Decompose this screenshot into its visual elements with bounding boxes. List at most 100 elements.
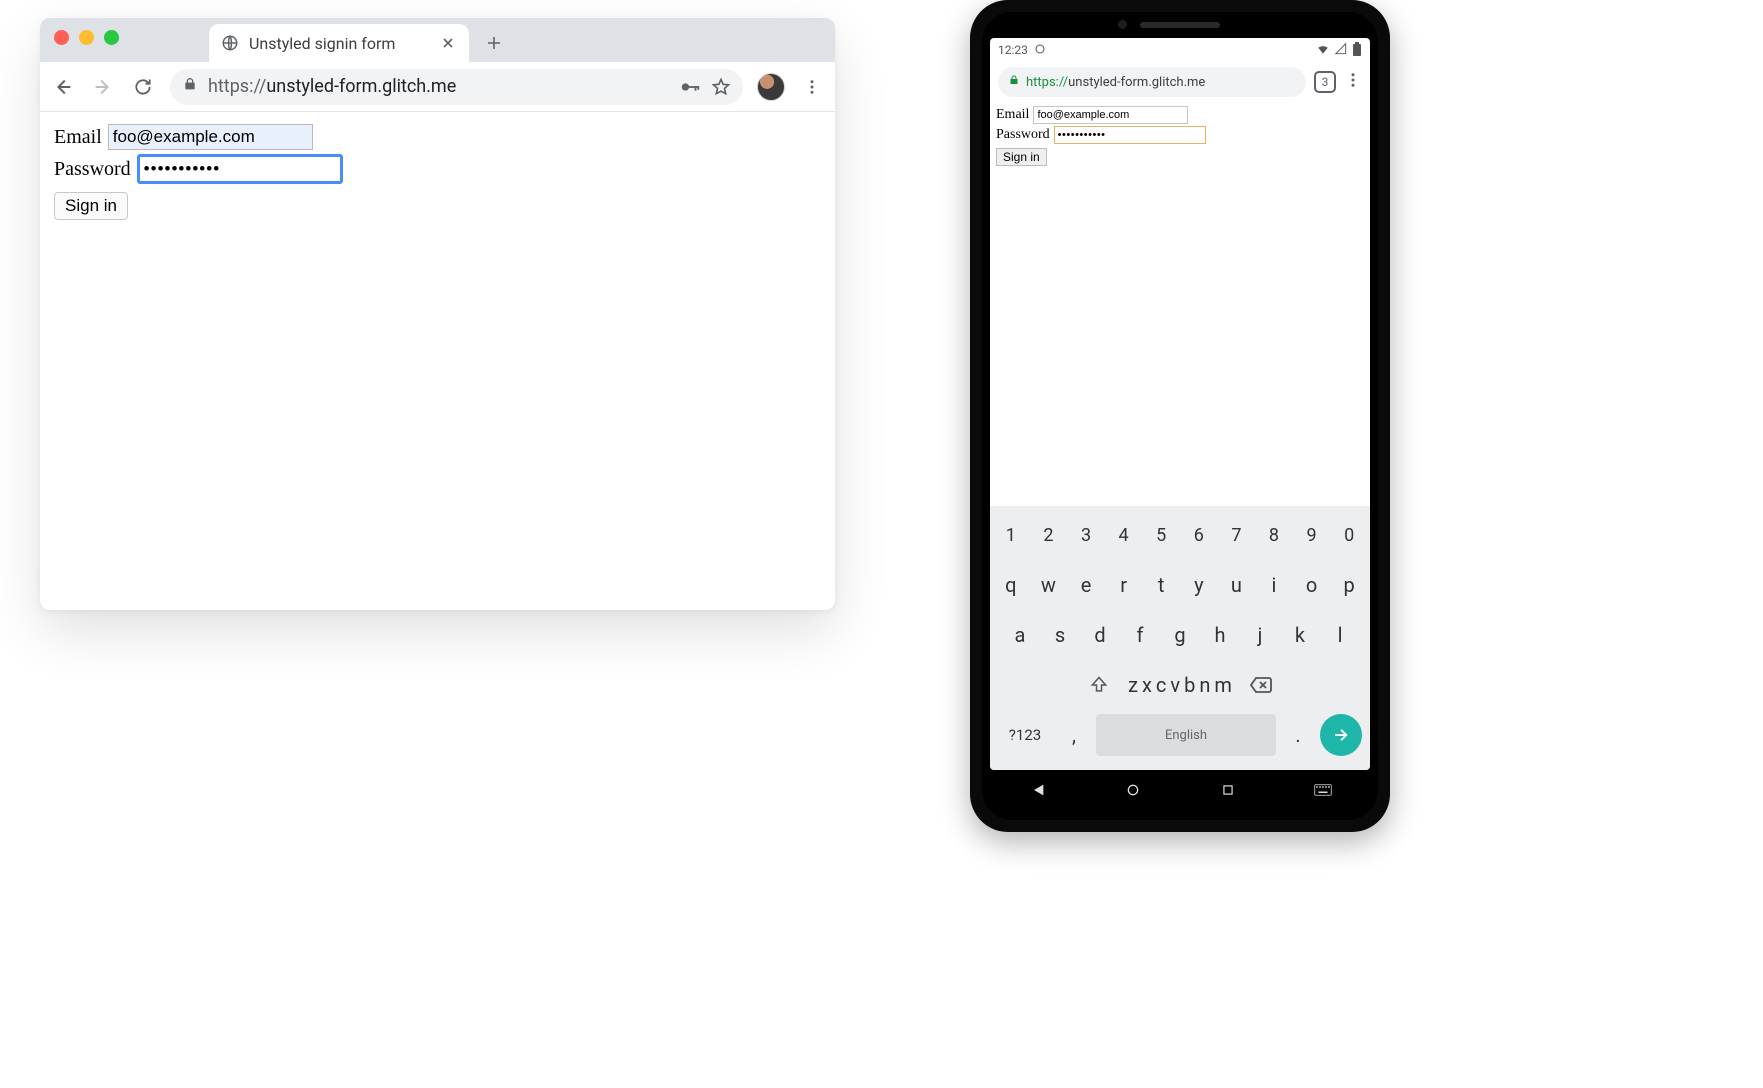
- minimize-window-button[interactable]: [79, 30, 94, 45]
- browser-menu-button[interactable]: [799, 74, 825, 100]
- nav-back-button[interactable]: [1027, 779, 1049, 801]
- address-bar[interactable]: https://unstyled-form.glitch.me: [170, 69, 743, 105]
- battery-icon: [1352, 42, 1362, 59]
- key-o[interactable]: o: [1295, 564, 1329, 606]
- nav-home-button[interactable]: [1122, 779, 1144, 801]
- backspace-key[interactable]: [1236, 664, 1286, 706]
- key-h[interactable]: h: [1202, 614, 1238, 656]
- key-icon[interactable]: [679, 76, 701, 98]
- mobile-menu-button[interactable]: [1344, 71, 1362, 93]
- mobile-address-bar[interactable]: https://unstyled-form.glitch.me: [998, 67, 1306, 97]
- key-t[interactable]: t: [1144, 564, 1178, 606]
- key-d[interactable]: d: [1082, 614, 1118, 656]
- key-7[interactable]: 7: [1220, 514, 1254, 556]
- email-field[interactable]: [108, 124, 313, 150]
- forward-button[interactable]: [90, 74, 116, 100]
- nav-keyboard-button[interactable]: [1312, 779, 1334, 801]
- key-u[interactable]: u: [1220, 564, 1254, 606]
- signin-button[interactable]: Sign in: [54, 192, 128, 220]
- desktop-browser-window: Unstyled signin form https://unstyl: [40, 18, 835, 610]
- url-host: unstyled-form.glitch.me: [266, 76, 456, 97]
- keyboard-row-bottom: ?123 , English .: [994, 714, 1366, 756]
- symbols-key[interactable]: ?123: [998, 714, 1052, 756]
- close-window-button[interactable]: [54, 30, 69, 45]
- password-field[interactable]: [137, 154, 343, 184]
- key-w[interactable]: w: [1032, 564, 1066, 606]
- lock-icon: [182, 76, 198, 97]
- email-label: Email: [54, 126, 102, 149]
- key-x[interactable]: x: [1142, 664, 1152, 706]
- mobile-page-content: Email Password Sign in: [990, 102, 1370, 506]
- status-time: 12:23: [998, 43, 1028, 57]
- key-i[interactable]: i: [1257, 564, 1291, 606]
- key-0[interactable]: 0: [1332, 514, 1366, 556]
- star-icon[interactable]: [711, 77, 731, 97]
- key-n[interactable]: n: [1199, 664, 1210, 706]
- key-a[interactable]: a: [1002, 614, 1038, 656]
- url-scheme: https://: [1026, 75, 1068, 90]
- url-text: https://unstyled-form.glitch.me: [208, 76, 669, 97]
- profile-avatar[interactable]: [757, 73, 785, 101]
- soft-keyboard: 1234567890 qwertyuiop asdfghjkl zxcvbnm …: [990, 506, 1370, 770]
- key-5[interactable]: 5: [1144, 514, 1178, 556]
- browser-toolbar: https://unstyled-form.glitch.me: [40, 62, 835, 112]
- keyboard-row-3: zxcvbnm: [994, 664, 1366, 706]
- tab-count-button[interactable]: 3: [1314, 71, 1336, 93]
- key-z[interactable]: z: [1128, 664, 1138, 706]
- window-controls: [54, 18, 119, 62]
- email-field[interactable]: [1033, 106, 1188, 124]
- phone-device: 12:23: [970, 0, 1390, 832]
- tab-title: Unstyled signin form: [249, 34, 429, 53]
- mobile-url-text: https://unstyled-form.glitch.me: [1026, 75, 1205, 90]
- space-key[interactable]: English: [1096, 714, 1276, 756]
- key-y[interactable]: y: [1182, 564, 1216, 606]
- email-label: Email: [996, 107, 1029, 123]
- password-field[interactable]: [1054, 126, 1206, 144]
- keyboard-row-numbers: 1234567890: [994, 514, 1366, 556]
- email-row: Email: [54, 124, 821, 150]
- enter-key[interactable]: [1320, 714, 1362, 756]
- keyboard-row-2: asdfghjkl: [994, 614, 1366, 656]
- key-b[interactable]: b: [1184, 664, 1195, 706]
- signin-button[interactable]: Sign in: [996, 148, 1047, 166]
- key-8[interactable]: 8: [1257, 514, 1291, 556]
- key-m[interactable]: m: [1214, 664, 1232, 706]
- comma-key[interactable]: ,: [1056, 714, 1092, 756]
- period-key[interactable]: .: [1280, 714, 1316, 756]
- key-c[interactable]: c: [1156, 664, 1166, 706]
- phone-speaker: [1140, 22, 1220, 28]
- key-2[interactable]: 2: [1032, 514, 1066, 556]
- password-label: Password: [54, 158, 131, 181]
- reload-button[interactable]: [130, 74, 156, 100]
- keyboard-row-1: qwertyuiop: [994, 564, 1366, 606]
- key-f[interactable]: f: [1122, 614, 1158, 656]
- android-nav-bar: [990, 770, 1370, 810]
- url-host: unstyled-form.glitch.me: [1068, 75, 1205, 90]
- browser-tab[interactable]: Unstyled signin form: [209, 24, 469, 62]
- key-p[interactable]: p: [1332, 564, 1366, 606]
- key-v[interactable]: v: [1170, 664, 1180, 706]
- key-q[interactable]: q: [994, 564, 1028, 606]
- page-content: Email Password Sign in: [40, 112, 835, 232]
- wifi-icon: [1316, 42, 1330, 59]
- maximize-window-button[interactable]: [104, 30, 119, 45]
- key-k[interactable]: k: [1282, 614, 1318, 656]
- phone-camera: [1118, 20, 1127, 29]
- key-3[interactable]: 3: [1069, 514, 1103, 556]
- key-r[interactable]: r: [1107, 564, 1141, 606]
- key-1[interactable]: 1: [994, 514, 1028, 556]
- key-g[interactable]: g: [1162, 614, 1198, 656]
- password-row: Password: [996, 126, 1364, 144]
- key-4[interactable]: 4: [1107, 514, 1141, 556]
- key-l[interactable]: l: [1322, 614, 1358, 656]
- nav-recent-button[interactable]: [1217, 779, 1239, 801]
- shift-key[interactable]: [1074, 664, 1124, 706]
- close-tab-button[interactable]: [439, 34, 457, 52]
- key-9[interactable]: 9: [1295, 514, 1329, 556]
- back-button[interactable]: [50, 74, 76, 100]
- key-e[interactable]: e: [1069, 564, 1103, 606]
- new-tab-button[interactable]: [477, 26, 511, 60]
- key-s[interactable]: s: [1042, 614, 1078, 656]
- key-6[interactable]: 6: [1182, 514, 1216, 556]
- key-j[interactable]: j: [1242, 614, 1278, 656]
